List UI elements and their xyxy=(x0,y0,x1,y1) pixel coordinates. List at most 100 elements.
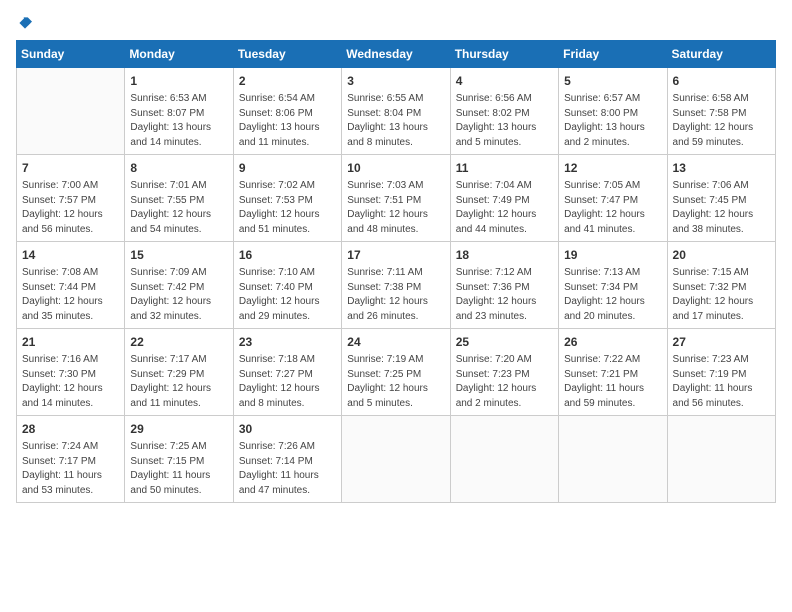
calendar-cell: 19 Sunrise: 7:13 AM Sunset: 7:34 PM Dayli… xyxy=(559,242,667,329)
day-number: 17 xyxy=(347,246,444,264)
day-info: Sunrise: 7:02 AM Sunset: 7:53 PM Dayligh… xyxy=(239,179,336,237)
day-header-tuesday: Tuesday xyxy=(233,41,341,68)
day-number: 13 xyxy=(673,159,770,177)
calendar-cell: 30 Sunrise: 7:26 AM Sunset: 7:14 PM Dayli… xyxy=(233,416,341,503)
calendar-cell: 20Sunrise: 7:15 AM Sunset: 7:32 PM Dayli… xyxy=(667,242,775,329)
day-info: Sunrise: 6:57 AM Sunset: 8:00 PM Dayligh… xyxy=(564,92,661,150)
day-info: Sunrise: 7:17 AM Sunset: 7:29 PM Dayligh… xyxy=(130,353,227,411)
calendar-cell: 18Sunrise: 7:12 AM Sunset: 7:36 PM Dayli… xyxy=(450,242,558,329)
day-number: 14 xyxy=(22,246,119,264)
calendar-cell: 5 Sunrise: 6:57 AM Sunset: 8:00 PM Daylig… xyxy=(559,68,667,155)
day-number: 28 xyxy=(22,420,119,438)
day-info: Sunrise: 7:04 AM Sunset: 7:49 PM Dayligh… xyxy=(456,179,553,237)
calendar-cell: 24Sunrise: 7:19 AM Sunset: 7:25 PM Dayli… xyxy=(342,329,450,416)
day-info: Sunrise: 7:13 AM Sunset: 7:34 PM Dayligh… xyxy=(564,266,661,324)
day-info: Sunrise: 7:23 AM Sunset: 7:19 PM Dayligh… xyxy=(673,353,770,411)
day-info: Sunrise: 7:15 AM Sunset: 7:32 PM Dayligh… xyxy=(673,266,770,324)
calendar-cell: 8Sunrise: 7:01 AM Sunset: 7:55 PM Daylig… xyxy=(125,155,233,242)
day-header-thursday: Thursday xyxy=(450,41,558,68)
day-number: 1 xyxy=(130,72,227,90)
calendar-header: SundayMondayTuesdayWednesdayThursdayFrid… xyxy=(17,41,776,68)
day-number: 15 xyxy=(130,246,227,264)
calendar-cell xyxy=(559,416,667,503)
day-number: 2 xyxy=(239,72,336,90)
calendar-cell: 14 Sunrise: 7:08 AM Sunset: 7:44 PM Dayli… xyxy=(17,242,125,329)
day-number: 12 xyxy=(564,159,661,177)
day-header-sunday: Sunday xyxy=(17,41,125,68)
day-number: 11 xyxy=(456,159,553,177)
day-info: Sunrise: 7:00 AM Sunset: 7:57 PM Dayligh… xyxy=(22,179,119,237)
calendar-cell: 23 Sunrise: 7:18 AM Sunset: 7:27 PM Dayli… xyxy=(233,329,341,416)
calendar-cell: 27 Sunrise: 7:23 AM Sunset: 7:19 PM Dayli… xyxy=(667,329,775,416)
page-header xyxy=(16,16,776,28)
day-number: 29 xyxy=(130,420,227,438)
calendar-cell: 12Sunrise: 7:05 AM Sunset: 7:47 PM Dayli… xyxy=(559,155,667,242)
day-info: Sunrise: 7:20 AM Sunset: 7:23 PM Dayligh… xyxy=(456,353,553,411)
calendar-cell xyxy=(17,68,125,155)
day-header-monday: Monday xyxy=(125,41,233,68)
day-info: Sunrise: 7:10 AM Sunset: 7:40 PM Dayligh… xyxy=(239,266,336,324)
day-number: 25 xyxy=(456,333,553,351)
day-info: Sunrise: 7:08 AM Sunset: 7:44 PM Dayligh… xyxy=(22,266,119,324)
week-row-5: 28 Sunrise: 7:24 AM Sunset: 7:17 PM Dayli… xyxy=(17,416,776,503)
day-info: Sunrise: 7:16 AM Sunset: 7:30 PM Dayligh… xyxy=(22,353,119,411)
day-number: 3 xyxy=(347,72,444,90)
day-number: 22 xyxy=(130,333,227,351)
calendar-cell: 10 Sunrise: 7:03 AM Sunset: 7:51 PM Dayli… xyxy=(342,155,450,242)
day-number: 7 xyxy=(22,159,119,177)
calendar-cell: 13Sunrise: 7:06 AM Sunset: 7:45 PM Dayli… xyxy=(667,155,775,242)
calendar-cell: 26 Sunrise: 7:22 AM Sunset: 7:21 PM Dayli… xyxy=(559,329,667,416)
day-number: 6 xyxy=(673,72,770,90)
week-row-3: 14 Sunrise: 7:08 AM Sunset: 7:44 PM Dayli… xyxy=(17,242,776,329)
day-info: Sunrise: 7:26 AM Sunset: 7:14 PM Dayligh… xyxy=(239,440,336,498)
day-number: 23 xyxy=(239,333,336,351)
day-header-friday: Friday xyxy=(559,41,667,68)
day-info: Sunrise: 7:03 AM Sunset: 7:51 PM Dayligh… xyxy=(347,179,444,237)
calendar-cell: 7 Sunrise: 7:00 AM Sunset: 7:57 PM Daylig… xyxy=(17,155,125,242)
day-info: Sunrise: 7:24 AM Sunset: 7:17 PM Dayligh… xyxy=(22,440,119,498)
day-info: Sunrise: 7:09 AM Sunset: 7:42 PM Dayligh… xyxy=(130,266,227,324)
calendar-cell: 4 Sunrise: 6:56 AM Sunset: 8:02 PM Daylig… xyxy=(450,68,558,155)
calendar-cell: 1 Sunrise: 6:53 AM Sunset: 8:07 PM Daylig… xyxy=(125,68,233,155)
day-header-saturday: Saturday xyxy=(667,41,775,68)
day-info: Sunrise: 6:56 AM Sunset: 8:02 PM Dayligh… xyxy=(456,92,553,150)
day-number: 10 xyxy=(347,159,444,177)
day-number: 16 xyxy=(239,246,336,264)
day-info: Sunrise: 7:25 AM Sunset: 7:15 PM Dayligh… xyxy=(130,440,227,498)
day-header-wednesday: Wednesday xyxy=(342,41,450,68)
calendar-cell: 25 Sunrise: 7:20 AM Sunset: 7:23 PM Dayli… xyxy=(450,329,558,416)
calendar-cell: 2Sunrise: 6:54 AM Sunset: 8:06 PM Daylig… xyxy=(233,68,341,155)
day-number: 30 xyxy=(239,420,336,438)
day-info: Sunrise: 7:22 AM Sunset: 7:21 PM Dayligh… xyxy=(564,353,661,411)
calendar-cell: 3 Sunrise: 6:55 AM Sunset: 8:04 PM Daylig… xyxy=(342,68,450,155)
calendar-cell xyxy=(450,416,558,503)
calendar-table: SundayMondayTuesdayWednesdayThursdayFrid… xyxy=(16,40,776,503)
logo-icon xyxy=(18,16,32,30)
day-number: 21 xyxy=(22,333,119,351)
calendar-cell: 6 Sunrise: 6:58 AM Sunset: 7:58 PM Daylig… xyxy=(667,68,775,155)
day-info: Sunrise: 6:58 AM Sunset: 7:58 PM Dayligh… xyxy=(673,92,770,150)
day-info: Sunrise: 6:55 AM Sunset: 8:04 PM Dayligh… xyxy=(347,92,444,150)
day-info: Sunrise: 6:53 AM Sunset: 8:07 PM Dayligh… xyxy=(130,92,227,150)
day-number: 4 xyxy=(456,72,553,90)
day-number: 26 xyxy=(564,333,661,351)
day-number: 27 xyxy=(673,333,770,351)
day-info: Sunrise: 7:18 AM Sunset: 7:27 PM Dayligh… xyxy=(239,353,336,411)
day-info: Sunrise: 7:11 AM Sunset: 7:38 PM Dayligh… xyxy=(347,266,444,324)
calendar-cell: 11 Sunrise: 7:04 AM Sunset: 7:49 PM Dayli… xyxy=(450,155,558,242)
calendar-cell: 9Sunrise: 7:02 AM Sunset: 7:53 PM Daylig… xyxy=(233,155,341,242)
calendar-cell: 28 Sunrise: 7:24 AM Sunset: 7:17 PM Dayli… xyxy=(17,416,125,503)
day-number: 5 xyxy=(564,72,661,90)
calendar-cell: 17 Sunrise: 7:11 AM Sunset: 7:38 PM Dayli… xyxy=(342,242,450,329)
day-info: Sunrise: 7:12 AM Sunset: 7:36 PM Dayligh… xyxy=(456,266,553,324)
calendar-cell: 29 Sunrise: 7:25 AM Sunset: 7:15 PM Dayli… xyxy=(125,416,233,503)
calendar-cell: 22 Sunrise: 7:17 AM Sunset: 7:29 PM Dayli… xyxy=(125,329,233,416)
calendar-cell: 16 Sunrise: 7:10 AM Sunset: 7:40 PM Dayli… xyxy=(233,242,341,329)
calendar-cell: 21 Sunrise: 7:16 AM Sunset: 7:30 PM Dayli… xyxy=(17,329,125,416)
calendar-cell xyxy=(667,416,775,503)
day-info: Sunrise: 7:19 AM Sunset: 7:25 PM Dayligh… xyxy=(347,353,444,411)
calendar-cell xyxy=(342,416,450,503)
week-row-1: 1 Sunrise: 6:53 AM Sunset: 8:07 PM Daylig… xyxy=(17,68,776,155)
day-number: 19 xyxy=(564,246,661,264)
day-number: 8 xyxy=(130,159,227,177)
